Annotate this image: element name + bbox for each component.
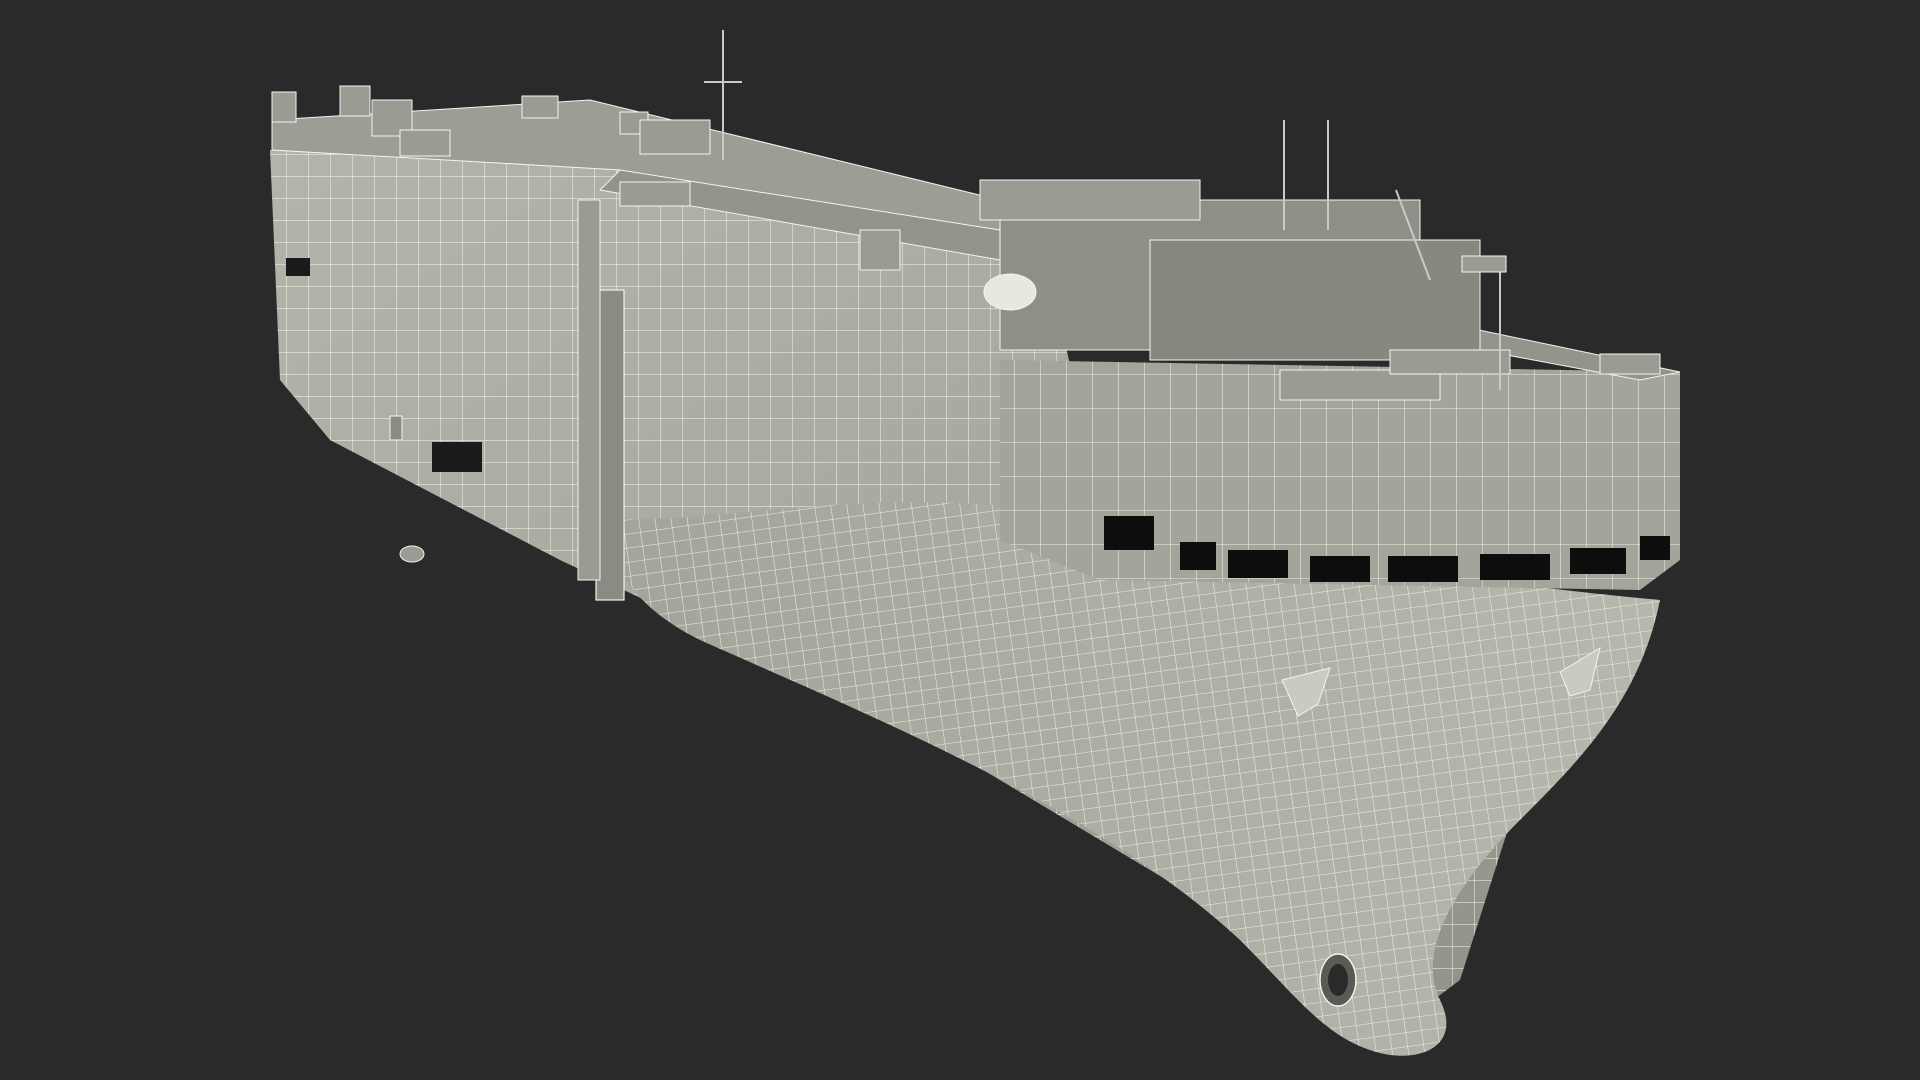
window bbox=[1104, 516, 1154, 550]
ship-render bbox=[270, 30, 1681, 1056]
window bbox=[1570, 548, 1626, 574]
window bbox=[1310, 556, 1370, 582]
bow-thruster bbox=[1319, 953, 1357, 1007]
window bbox=[432, 442, 482, 472]
window bbox=[286, 258, 310, 276]
window bbox=[1388, 556, 1458, 582]
window bbox=[1180, 542, 1216, 570]
window bbox=[1640, 536, 1670, 560]
window bbox=[1228, 550, 1288, 578]
window bbox=[1480, 554, 1550, 580]
render-viewport bbox=[0, 0, 1920, 1080]
lifeboat bbox=[983, 273, 1037, 311]
